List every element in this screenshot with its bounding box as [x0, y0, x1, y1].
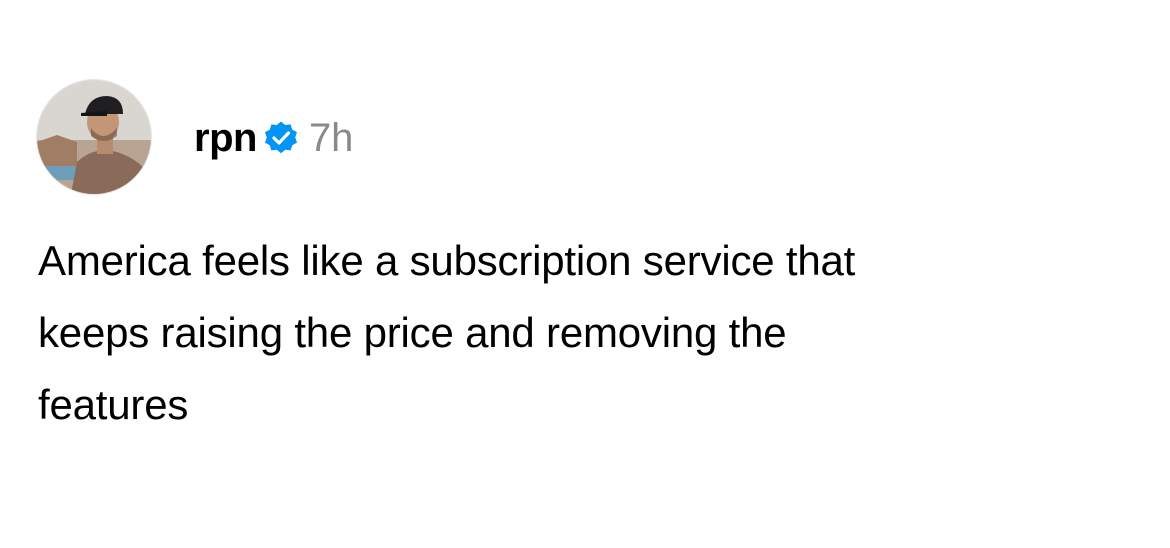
avatar[interactable]: [37, 80, 151, 194]
timestamp: 7h: [308, 116, 354, 160]
avatar-photo: [37, 80, 151, 194]
post-text: America feels like a subscription servic…: [38, 225, 1138, 441]
post-text-line: America feels like a subscription servic…: [38, 237, 856, 284]
post-text-line: keeps raising the price and removing the: [38, 309, 787, 356]
username[interactable]: rpn: [194, 118, 257, 158]
verified-badge-icon: [263, 120, 299, 156]
post-text-line: features: [38, 381, 189, 428]
post-card: rpn 7h America feels like a subscription…: [0, 0, 1170, 548]
post-header: rpn 7h: [194, 112, 353, 164]
